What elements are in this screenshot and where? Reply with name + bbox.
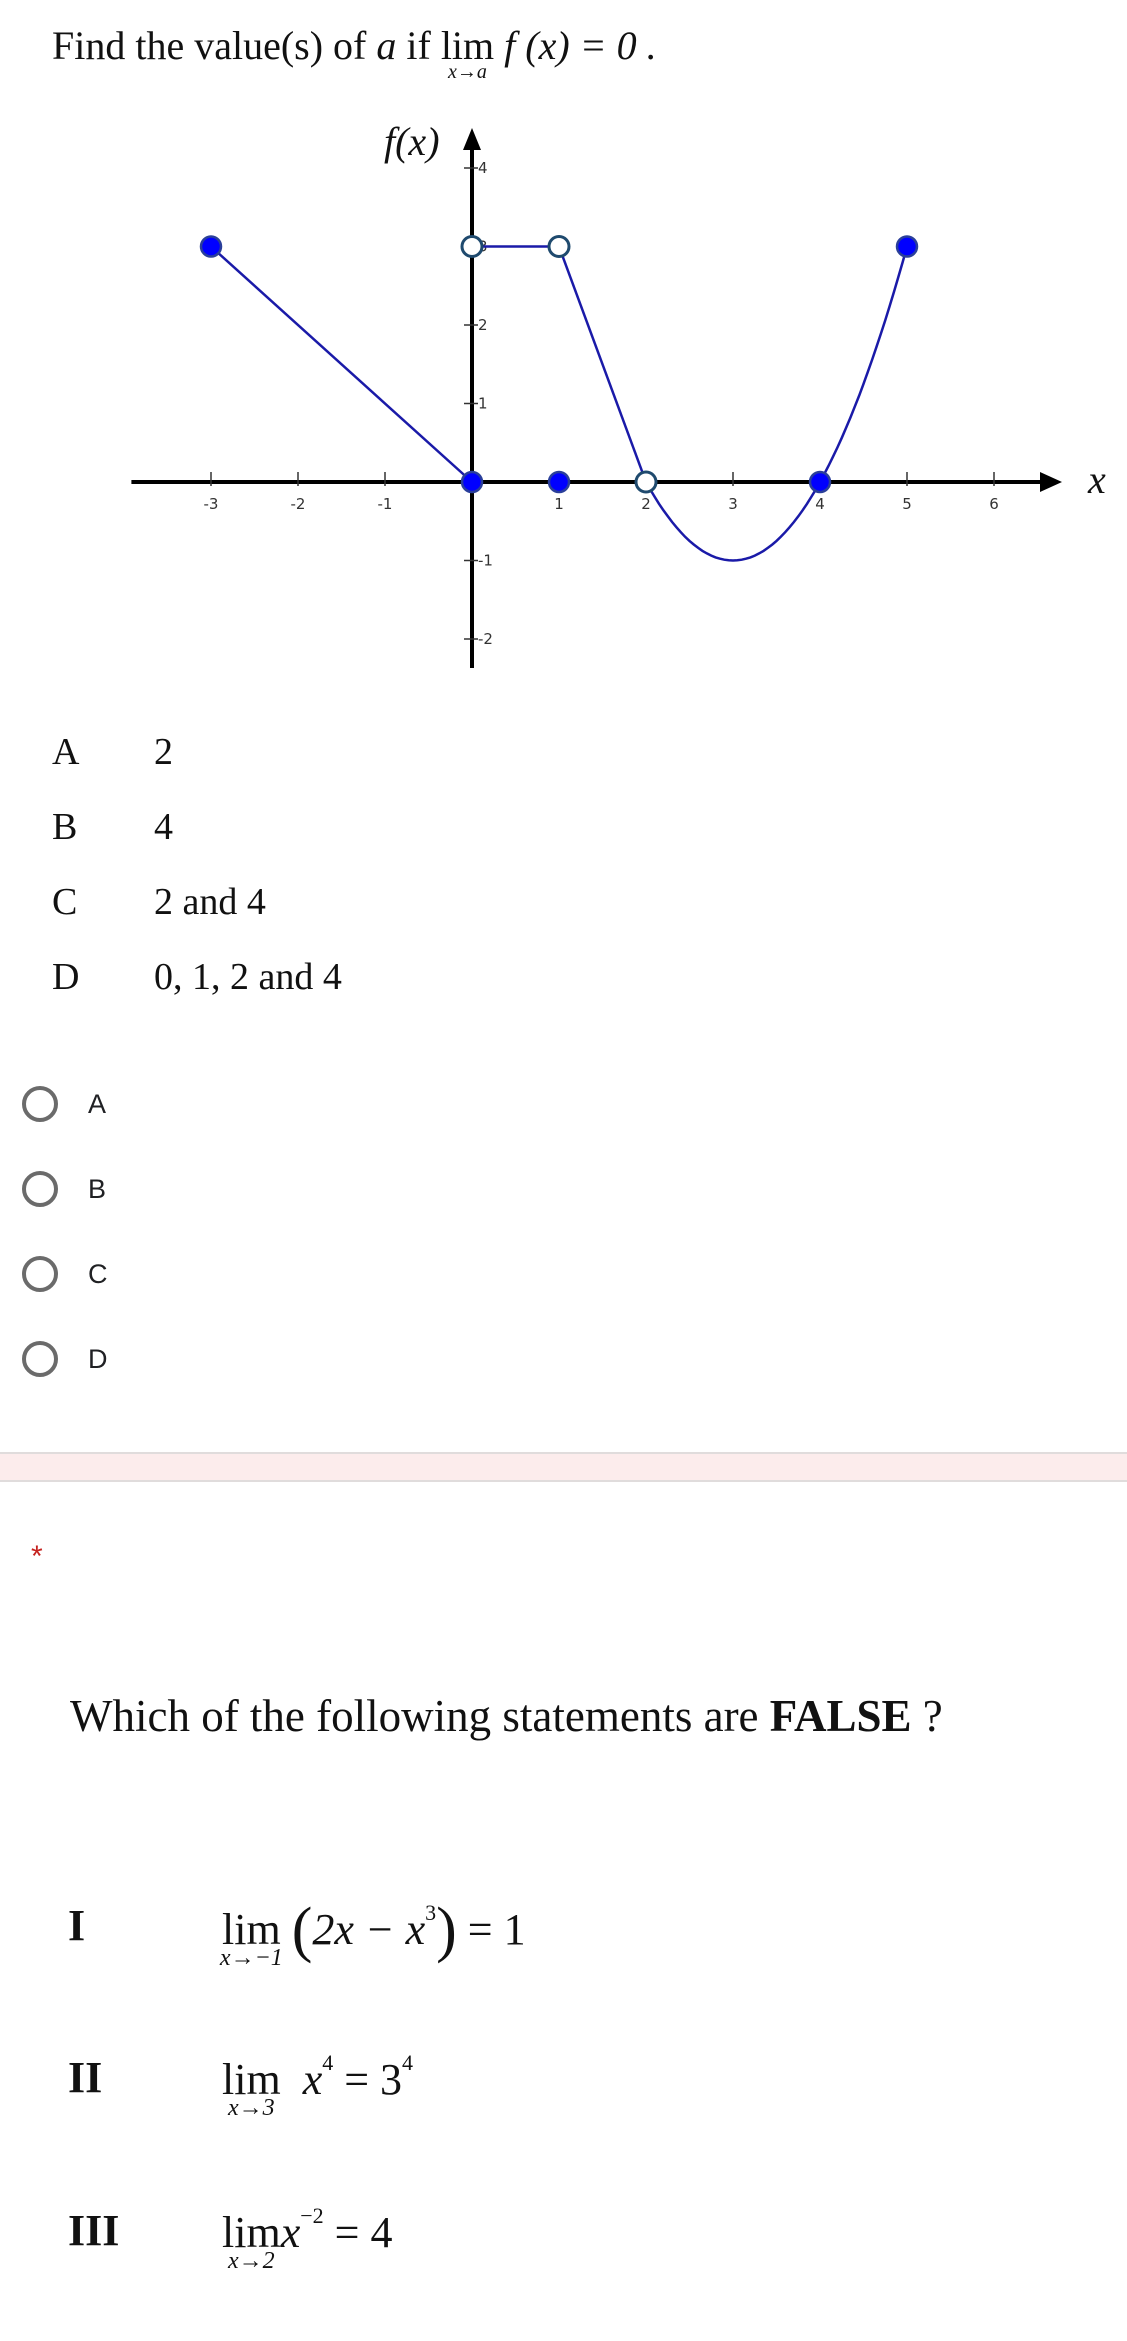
limit-operator: lim x→−1	[219, 1905, 283, 1971]
rhs: = 1	[456, 1905, 526, 1954]
exponent: 3	[425, 1900, 437, 1925]
open-point	[634, 470, 658, 494]
radio-option-b[interactable]: B	[22, 1165, 106, 1213]
statement-numeral: III	[68, 2206, 120, 2255]
open-point	[460, 235, 484, 258]
x-tick-label: 4	[815, 495, 825, 513]
x-axis-label: x	[1087, 457, 1106, 502]
x-tick-label: -2	[291, 495, 306, 513]
rhs: = 4	[323, 2208, 393, 2257]
required-asterisk: *	[31, 1540, 43, 1573]
statement-numeral: II	[68, 2053, 103, 2102]
points	[199, 235, 919, 494]
lim-subscript: x→2	[228, 2248, 275, 2274]
y-tick-label: -1	[478, 552, 493, 570]
section-divider	[0, 1452, 1127, 1482]
prompt-bold: FALSE	[769, 1691, 912, 1741]
function-segment	[210, 245, 473, 483]
y-tick-label: -2	[478, 630, 493, 648]
exponent: 4	[322, 2050, 334, 2075]
statement-expression-3: lim x→2 x−2 = 4	[222, 2203, 393, 2274]
x-tick-label: 1	[554, 495, 564, 513]
prompt-suffix: ?	[911, 1691, 943, 1741]
radio-button[interactable]	[22, 1086, 58, 1122]
open-paren: (	[291, 1896, 313, 1964]
function-segment	[557, 246, 648, 483]
x-tick-label: -3	[204, 495, 219, 513]
choice-letter: D	[52, 956, 80, 998]
curves	[210, 245, 909, 562]
statement-expression-1: lim x→−1 (2x − x3) = 1	[219, 1895, 526, 1971]
radio-button[interactable]	[22, 1341, 58, 1377]
prompt-prefix: Which of the following statements are	[70, 1691, 770, 1741]
choice-text: 2	[154, 731, 173, 773]
expr-base: x	[302, 2055, 323, 2104]
x-tick-label: -1	[378, 495, 393, 513]
choice-row-a: A2	[52, 730, 173, 774]
x-tick-label: 5	[902, 495, 912, 513]
x-tick-label: 6	[989, 495, 999, 513]
x-tick-label: 3	[728, 495, 738, 513]
statement-expression-2: lim x→3 x4 = 34	[222, 2050, 414, 2121]
ticks: -3-2-1123456-2-11234	[204, 159, 999, 648]
rhs-exponent: 4	[402, 2050, 414, 2075]
lim-subscript: x→3	[228, 2095, 275, 2121]
choice-row-c: C 2 and 4	[52, 880, 266, 924]
x-axis-arrow-icon	[1040, 472, 1062, 492]
function-graph: -3-2-1123456-2-11234 x f(x)	[131, 119, 1106, 668]
statement-numeral: I	[68, 1901, 86, 1950]
exponent: −2	[300, 2203, 324, 2228]
limit-operator: lim x→2	[222, 2208, 281, 2274]
choice-letter: A	[52, 731, 80, 773]
question2-prompt: Which of the following statements are FA…	[70, 1690, 943, 1742]
filled-point	[808, 470, 832, 494]
y-tick-label: 4	[478, 159, 488, 177]
radio-option-c[interactable]: C	[22, 1250, 108, 1298]
radio-option-a[interactable]: A	[22, 1080, 106, 1128]
radio-label[interactable]: A	[88, 1089, 106, 1120]
choice-text: 0, 1, 2 and 4	[154, 956, 342, 998]
y-tick-label: 1	[478, 395, 488, 413]
limit-operator: lim x→3	[222, 2055, 281, 2121]
radio-option-d[interactable]: D	[22, 1335, 108, 1383]
radio-button[interactable]	[22, 1256, 58, 1292]
close-paren: )	[436, 1896, 457, 1964]
open-point	[547, 235, 571, 258]
filled-point	[547, 470, 571, 494]
function-parabola	[644, 246, 909, 562]
y-axis-label: f(x)	[384, 119, 440, 164]
radio-label[interactable]: D	[88, 1344, 108, 1375]
x-tick-label: 2	[641, 495, 651, 513]
axes	[131, 128, 1062, 668]
filled-point	[199, 235, 223, 258]
choice-letter: C	[52, 881, 78, 923]
radio-button[interactable]	[22, 1171, 58, 1207]
lim-subscript: x→−1	[219, 1945, 283, 1971]
radio-label[interactable]: B	[88, 1174, 106, 1205]
expr-base: x	[280, 2208, 301, 2257]
expr-body: 2x − x	[312, 1905, 426, 1954]
filled-point	[460, 470, 484, 494]
radio-label[interactable]: C	[88, 1259, 108, 1290]
y-tick-label: 2	[478, 316, 488, 334]
choice-text: 4	[154, 806, 173, 848]
y-axis-arrow-icon	[463, 128, 481, 150]
choice-text: 2 and 4	[154, 881, 266, 923]
filled-point	[895, 235, 919, 258]
choice-letter: B	[52, 806, 78, 848]
rhs-base: = 3	[333, 2055, 403, 2104]
choice-row-d: D 0, 1, 2 and 4	[52, 955, 342, 999]
choice-row-b: B4	[52, 805, 173, 849]
